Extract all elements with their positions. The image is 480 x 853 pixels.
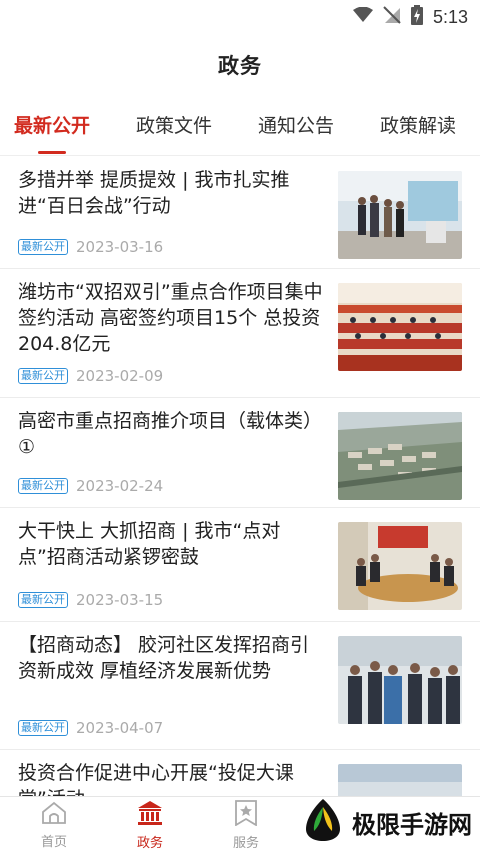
- nav-government[interactable]: 政务: [102, 797, 198, 853]
- battery-charging-icon: [410, 5, 423, 29]
- news-title: 高密市重点招商推介项目（载体类）①: [18, 410, 323, 458]
- news-title: 【招商动态】 胶河社区发挥招商引资新成效 厚植经济发展新优势: [18, 634, 310, 682]
- app-header: 政务: [0, 34, 480, 96]
- category-tabs: 最新公开 政策文件 通知公告 政策解读: [0, 96, 480, 156]
- watermark-text: 极限手游网: [352, 809, 472, 839]
- status-badge: 最新公开: [18, 239, 68, 255]
- news-list: 多措并举 提质提效 | 我市扎实推进“百日会战”行动 最新公开 2023-03-…: [0, 157, 480, 796]
- news-date: 2023-02-24: [76, 477, 164, 495]
- tab-notices[interactable]: 通知公告: [258, 96, 334, 155]
- wifi-icon: [352, 6, 373, 27]
- page-title: 政务: [218, 54, 262, 78]
- tab-latest[interactable]: 最新公开: [14, 96, 90, 155]
- status-badge: 最新公开: [18, 720, 68, 736]
- status-badge: 最新公开: [18, 478, 68, 494]
- news-thumbnail: [338, 522, 462, 610]
- news-thumbnail: [338, 283, 462, 371]
- news-thumbnail: [338, 764, 462, 796]
- news-thumbnail: [338, 171, 462, 259]
- nav-home[interactable]: 首页: [6, 797, 102, 853]
- nav-government-label: 政务: [136, 835, 163, 851]
- news-item[interactable]: 潍坊市“双招双引”重点合作项目集中签约活动 高密签约项目15个 总投资204.8…: [0, 269, 480, 398]
- news-title: 多措并举 提质提效 | 我市扎实推进“百日会战”行动: [18, 169, 290, 217]
- status-time: 5:13: [432, 6, 468, 27]
- news-date: 2023-03-16: [76, 238, 164, 256]
- news-date: 2023-02-09: [76, 367, 164, 385]
- news-date: 2023-03-15: [76, 591, 164, 609]
- news-title: 潍坊市“双招双引”重点合作项目集中签约活动 高密签约项目15个 总投资204.8…: [18, 281, 323, 355]
- news-item[interactable]: 多措并举 提质提效 | 我市扎实推进“百日会战”行动 最新公开 2023-03-…: [0, 157, 480, 269]
- news-item[interactable]: 大干快上 大抓招商 | 我市“点对点”招商活动紧锣密鼓 最新公开 2023-03…: [0, 508, 480, 622]
- nav-service[interactable]: 服务: [198, 797, 294, 853]
- news-item[interactable]: 高密市重点招商推介项目（载体类）① 最新公开 2023-02-24: [0, 398, 480, 508]
- news-item[interactable]: 【招商动态】 胶河社区发挥招商引资新成效 厚植经济发展新优势 最新公开 2023…: [0, 622, 480, 750]
- news-item[interactable]: 投资合作促进中心开展“投促大课堂”活动: [0, 750, 480, 796]
- status-bar: 5:13: [0, 0, 480, 34]
- news-date: 2023-04-07: [76, 719, 164, 737]
- watermark-logo-icon: [300, 797, 346, 847]
- news-thumbnail: [338, 412, 462, 500]
- nav-service-label: 服务: [232, 835, 259, 851]
- news-thumbnail: [338, 636, 462, 724]
- status-badge: 最新公开: [18, 368, 68, 384]
- tab-policy-interpretation[interactable]: 政策解读: [380, 96, 456, 155]
- tab-policy-documents[interactable]: 政策文件: [136, 96, 212, 155]
- news-title: 投资合作促进中心开展“投促大课堂”活动: [18, 762, 294, 796]
- service-icon: [234, 799, 258, 830]
- home-icon: [41, 801, 67, 829]
- government-icon: [136, 800, 164, 830]
- no-signal-icon: [383, 6, 401, 28]
- status-badge: 最新公开: [18, 592, 68, 608]
- news-title: 大干快上 大抓招商 | 我市“点对点”招商活动紧锣密鼓: [18, 520, 281, 568]
- watermark: 极限手游网: [300, 797, 472, 847]
- nav-home-label: 首页: [40, 834, 67, 850]
